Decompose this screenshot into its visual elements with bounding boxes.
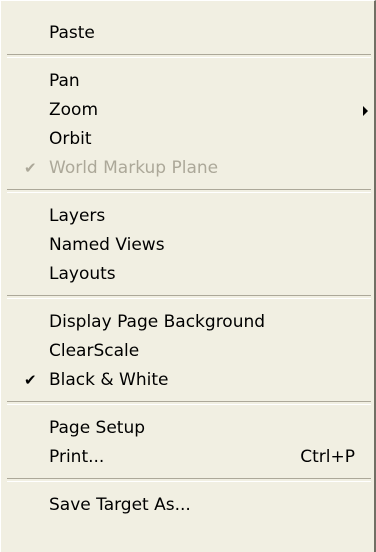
menu-item-zoom[interactable]: Zoom <box>1 96 374 125</box>
menu-item-label: Layers <box>49 206 106 226</box>
menu-separator <box>7 54 371 58</box>
menu-item-pan[interactable]: Pan <box>1 67 374 96</box>
menu-item-paste[interactable]: Paste <box>1 19 374 48</box>
context-menu: Paste Pan Zoom Orbit ✔ World Markup Plan… <box>0 0 376 552</box>
menu-item-label: Pan <box>49 71 80 91</box>
menu-separator <box>7 478 371 482</box>
menu-item-label: Save Target As... <box>49 495 191 515</box>
menu-item-page-setup[interactable]: Page Setup <box>1 414 374 443</box>
menu-item-black-and-white[interactable]: ✔ Black & White <box>1 366 374 395</box>
menu-item-layouts[interactable]: Layouts <box>1 260 374 289</box>
menu-item-print[interactable]: Print... Ctrl+P <box>1 443 374 472</box>
menu-separator <box>7 189 371 193</box>
menu-item-label: Print... <box>49 447 105 467</box>
checkmark-icon: ✔ <box>24 159 37 177</box>
menu-item-label: Layouts <box>49 264 116 284</box>
menu-separator <box>7 401 371 405</box>
menu-separator <box>7 295 371 299</box>
menu-item-label: ClearScale <box>49 341 140 361</box>
menu-item-label: Display Page Background <box>49 312 266 332</box>
menu-item-label: Zoom <box>49 100 99 120</box>
menu-item-label: Black & White <box>49 370 169 390</box>
menu-item-display-page-background[interactable]: Display Page Background <box>1 308 374 337</box>
menu-item-clearscale[interactable]: ClearScale <box>1 337 374 366</box>
menu-item-label: Orbit <box>49 129 92 149</box>
menu-item-orbit[interactable]: Orbit <box>1 125 374 154</box>
menu-item-label: Named Views <box>49 235 165 255</box>
menu-item-save-target-as[interactable]: Save Target As... <box>1 491 374 520</box>
submenu-arrow-icon <box>363 106 368 116</box>
menu-item-label: World Markup Plane <box>49 158 219 178</box>
checkmark-icon: ✔ <box>24 371 37 389</box>
menu-item-shortcut: Ctrl+P <box>300 447 355 467</box>
menu-item-label: Paste <box>49 23 95 43</box>
menu-item-named-views[interactable]: Named Views <box>1 231 374 260</box>
menu-item-label: Page Setup <box>49 418 146 438</box>
menu-item-world-markup-plane: ✔ World Markup Plane <box>1 154 374 183</box>
menu-item-layers[interactable]: Layers <box>1 202 374 231</box>
